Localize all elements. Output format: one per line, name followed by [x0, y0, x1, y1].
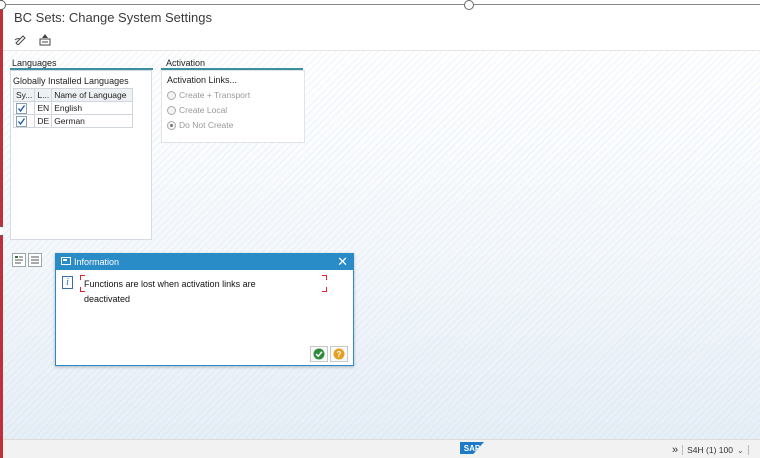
languages-table: Sy... L... Name of Language EN English D… — [12, 88, 134, 128]
dialog-title: Information — [74, 257, 120, 267]
dialog-header[interactable]: Information ✕ — [56, 254, 353, 270]
radio-create-transport[interactable]: Create + Transport — [167, 90, 250, 100]
svg-text:?: ? — [337, 350, 342, 359]
languages-panel: Globally Installed Languages Sy... L... … — [10, 70, 152, 240]
dialog-window-icon — [61, 257, 71, 267]
radio-label: Create Local — [179, 105, 228, 115]
radio-create-local[interactable]: Create Local — [167, 105, 227, 115]
help-button[interactable]: ? — [330, 346, 348, 362]
window-title: BC Sets: Change System Settings — [14, 10, 212, 25]
radio-label: Do Not Create — [179, 120, 234, 130]
languages-group-title: Languages — [12, 58, 57, 68]
details-icon[interactable] — [12, 253, 26, 267]
transport-icon[interactable] — [36, 31, 54, 47]
system-info: » S4H (1) 100 ⌄ — [672, 444, 749, 456]
edit-icon[interactable] — [12, 31, 30, 47]
column-header-sy[interactable]: Sy... — [12, 88, 36, 102]
table-tools — [12, 253, 42, 267]
language-code: EN — [34, 101, 53, 115]
information-dialog: Information ✕ i Functions are lost when … — [55, 253, 354, 366]
language-code: DE — [34, 114, 53, 128]
confirm-icon — [313, 348, 325, 360]
checkbox-checked[interactable] — [16, 102, 27, 114]
chevron-down-icon[interactable]: ⌄ — [737, 446, 744, 455]
column-header-name[interactable]: Name of Language — [51, 88, 134, 102]
radio-button-selected[interactable] — [167, 120, 176, 130]
status-divider — [747, 445, 749, 455]
activation-links-label: Activation Links... — [167, 75, 238, 85]
info-icon: i — [62, 276, 73, 289]
focus-bracket — [322, 275, 327, 280]
checkbox-checked[interactable] — [16, 115, 27, 127]
system-label[interactable]: S4H (1) 100 — [687, 445, 733, 455]
language-name: English — [51, 101, 134, 115]
status-divider — [682, 445, 684, 455]
radio-label: Create + Transport — [179, 90, 251, 100]
help-icon: ? — [333, 348, 345, 360]
language-name: German — [51, 114, 134, 128]
list-icon[interactable] — [28, 253, 42, 267]
top-border — [3, 4, 760, 5]
confirm-button[interactable] — [310, 346, 328, 362]
table-header-row: Sy... L... Name of Language — [12, 88, 134, 102]
focus-bracket — [322, 287, 327, 292]
column-header-l[interactable]: L... — [34, 88, 53, 102]
message-line-2: deactivated — [84, 294, 131, 304]
dialog-message: Functions are lost when activation links… — [84, 277, 284, 307]
status-bar: SAP » S4H (1) 100 ⌄ — [3, 439, 760, 458]
resize-handle-left-top[interactable] — [0, 0, 6, 10]
close-icon[interactable]: ✕ — [337, 255, 348, 268]
row-checkbox-cell[interactable] — [12, 114, 36, 128]
activation-group-title: Activation — [166, 58, 206, 68]
double-chevron-right-icon[interactable]: » — [672, 444, 678, 456]
radio-do-not-create[interactable]: Do Not Create — [167, 120, 233, 130]
table-row[interactable]: EN English — [12, 101, 134, 115]
toolbar — [12, 31, 54, 49]
radio-button[interactable] — [167, 105, 176, 115]
message-line-1: Functions are lost when activation links… — [84, 279, 256, 289]
sap-logo: SAP — [460, 442, 484, 454]
radio-button[interactable] — [167, 90, 176, 100]
row-checkbox-cell[interactable] — [12, 101, 36, 115]
languages-table-title: Globally Installed Languages — [13, 76, 129, 86]
activation-panel: Activation Links... Create + Transport C… — [161, 70, 305, 143]
table-row[interactable]: DE German — [12, 114, 134, 128]
resize-handle[interactable] — [464, 0, 474, 10]
